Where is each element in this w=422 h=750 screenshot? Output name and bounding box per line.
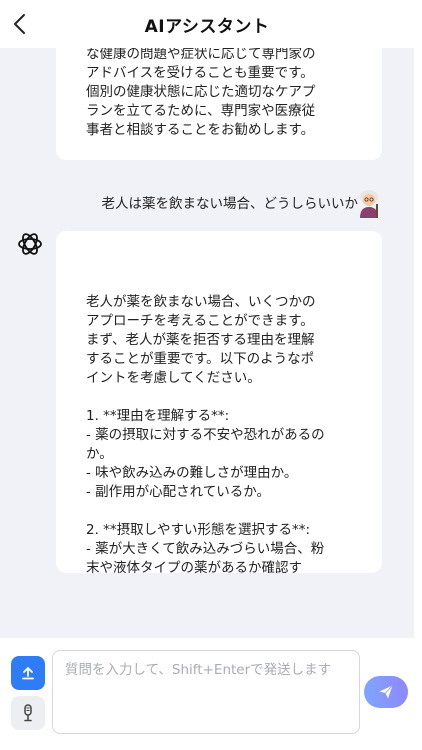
send-button[interactable]: [364, 676, 408, 708]
page-title: AIアシスタント: [144, 16, 270, 37]
upload-button[interactable]: [11, 656, 45, 690]
user-message-text: 老人は薬を飲まない場合、どうしらいいか: [101, 196, 359, 212]
chat-screen: AIアシスタント な健康の問題や症状に応じて専門家の アドバイスを受けることも重…: [0, 0, 414, 750]
ai-message-bubble: な健康の問題や症状に応じて専門家の アドバイスを受けることも重要です。 個別の健…: [56, 48, 382, 160]
microphone-icon: [24, 704, 32, 722]
upload-icon: [22, 667, 34, 680]
ai-avatar: [16, 230, 44, 258]
chevron-left-icon: [14, 14, 25, 34]
user-message: 老人は薬を飲まない場合、どうしらいいか: [0, 180, 414, 220]
openai-logo-icon: [18, 233, 42, 255]
ai-message-text: 老人が薬を飲まない場合、いくつかの アプローチを考えることができます。 まず、老…: [86, 294, 325, 573]
chat-message-list[interactable]: な健康の問題や症状に応じて専門家の アドバイスを受けることも重要です。 個別の健…: [0, 48, 414, 638]
window-edge: [414, 0, 422, 750]
paper-plane-icon: [379, 685, 393, 699]
back-button[interactable]: [6, 10, 34, 38]
voice-input-button[interactable]: [11, 696, 45, 730]
header-bar: AIアシスタント: [0, 0, 414, 48]
ai-message-text: な健康の問題や症状に応じて専門家の アドバイスを受けることも重要です。 個別の健…: [86, 48, 316, 138]
ai-message-bubble: 老人が薬を飲まない場合、いくつかの アプローチを考えることができます。 まず、老…: [56, 231, 382, 573]
message-input[interactable]: [53, 651, 359, 733]
user-avatar: [356, 188, 382, 218]
message-input-box: [52, 650, 360, 734]
elderly-person-avatar-icon: [360, 190, 378, 218]
